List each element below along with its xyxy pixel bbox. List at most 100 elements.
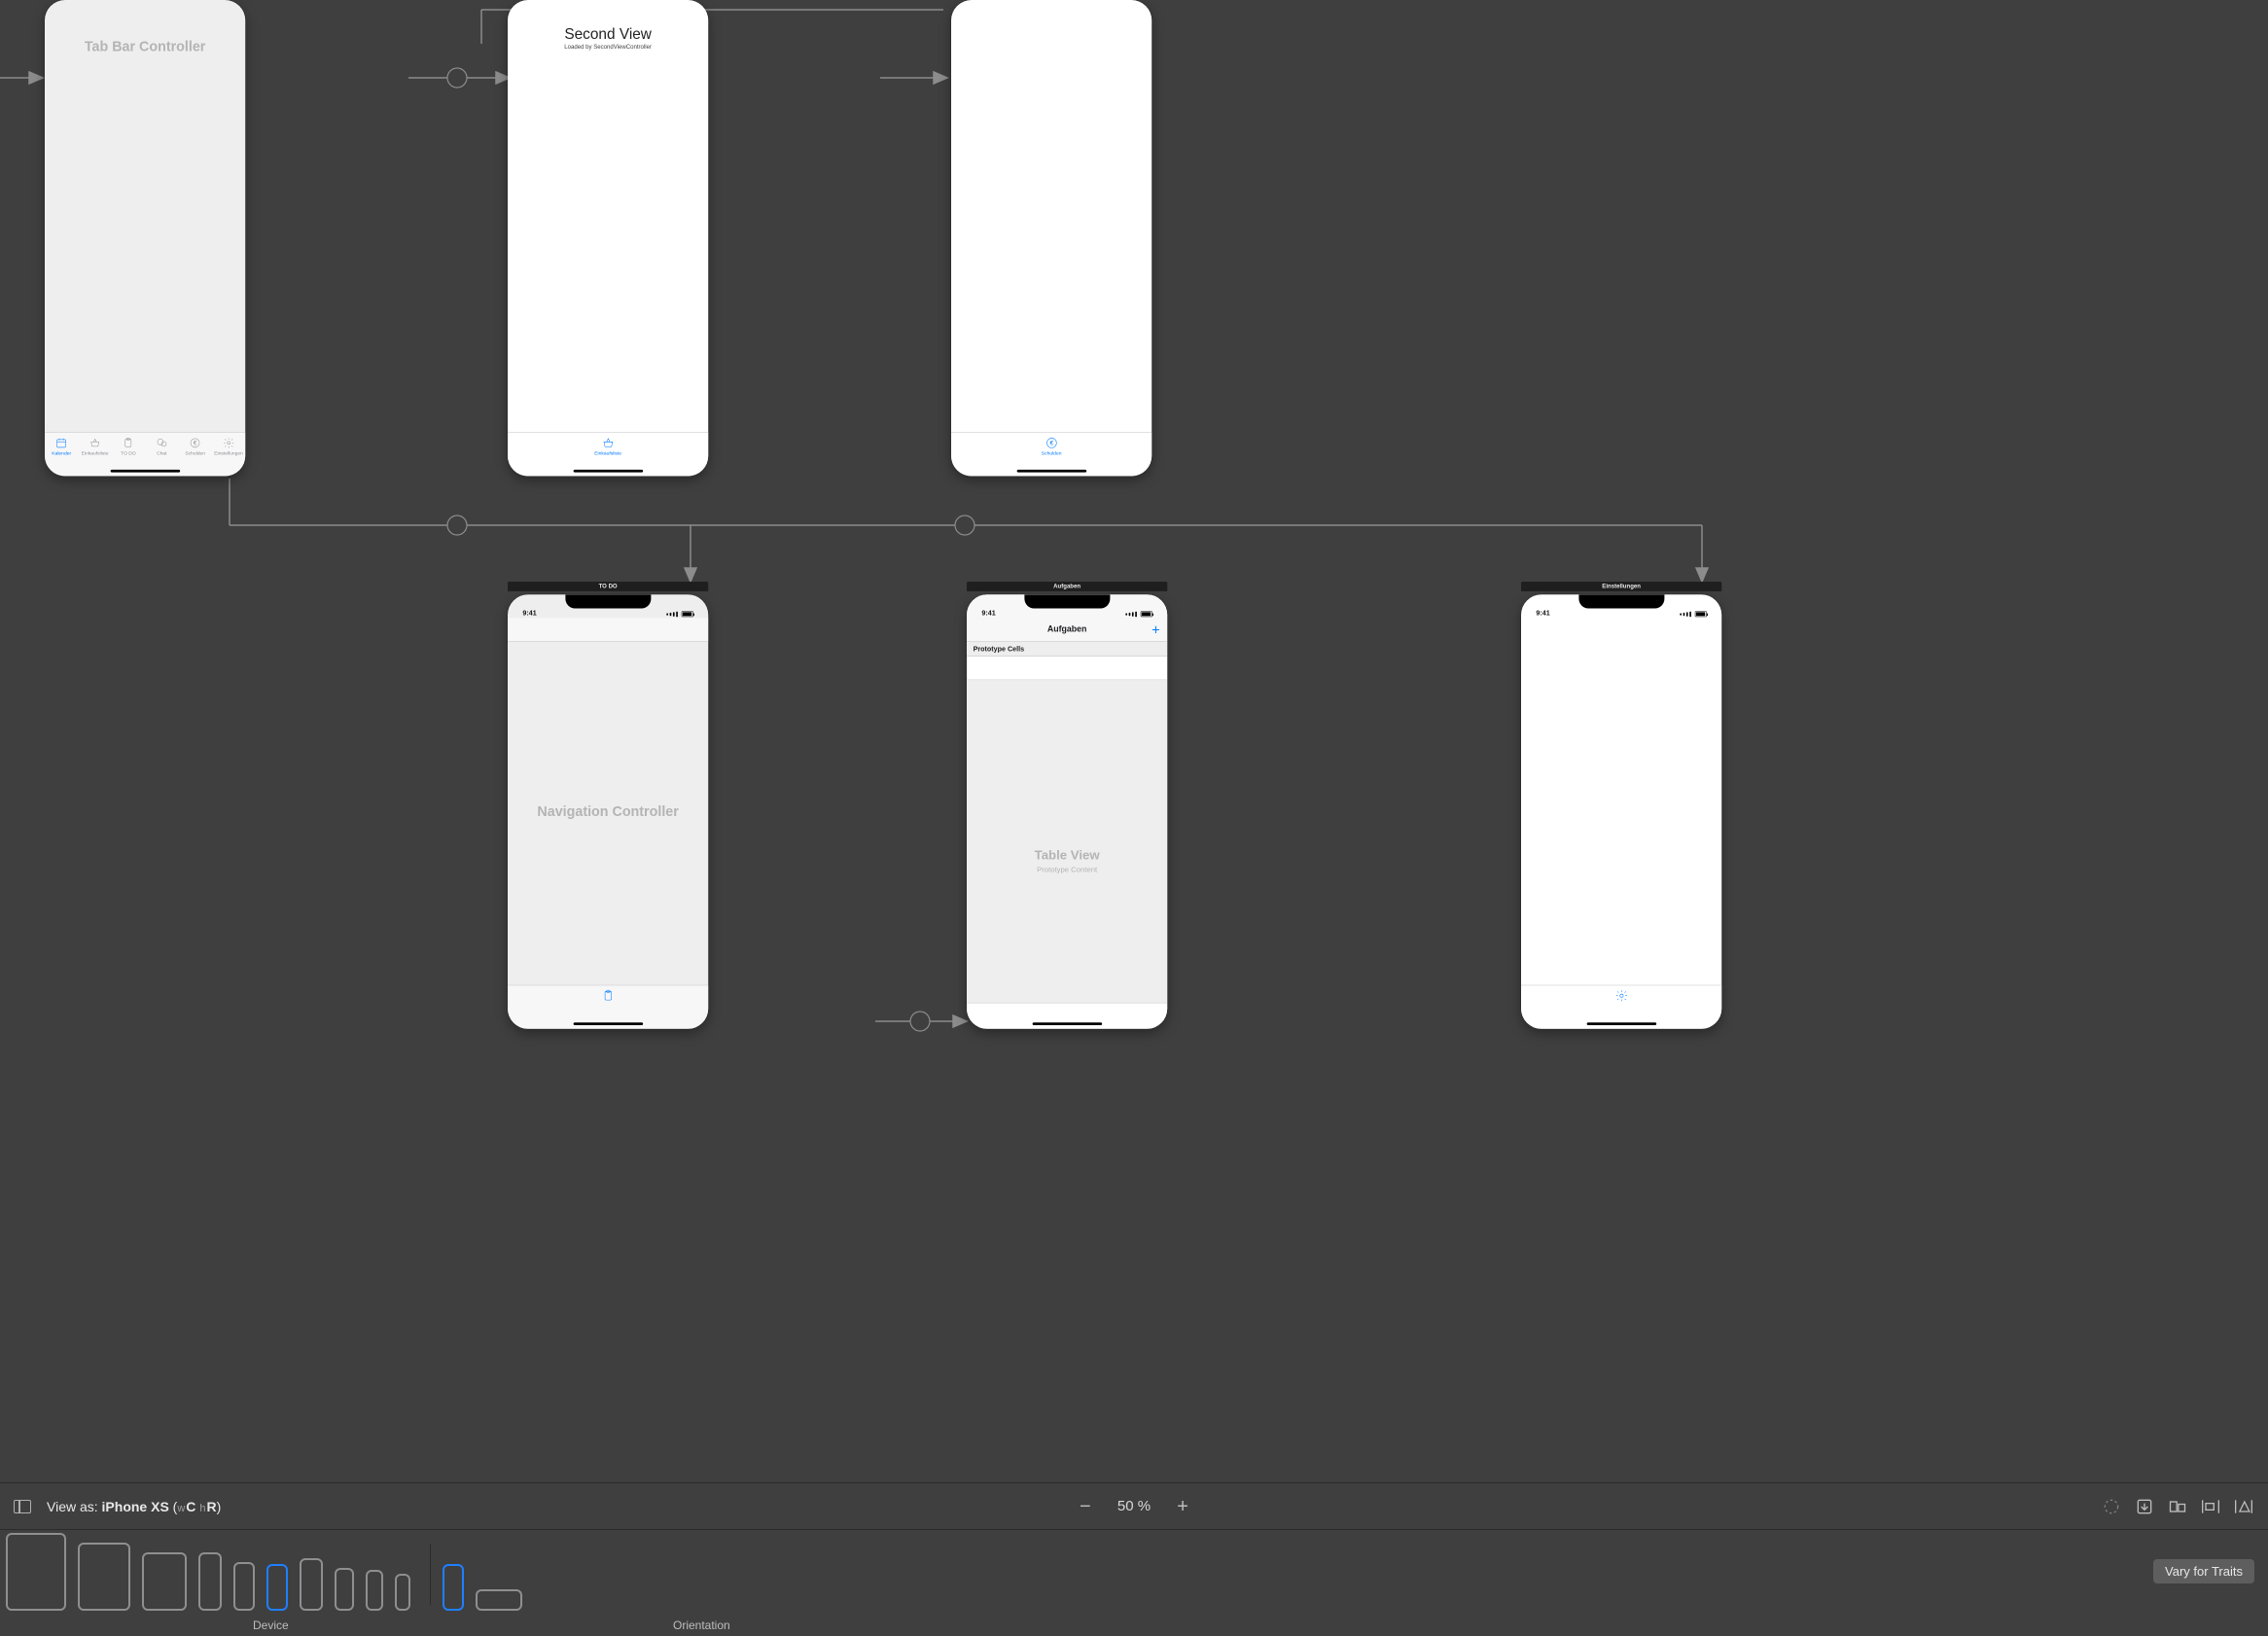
trait-w: C: [186, 1499, 195, 1514]
scene-title[interactable]: Aufgaben: [967, 582, 1167, 591]
notch: [1578, 594, 1664, 608]
phone-second[interactable]: Second View Loaded by SecondViewControll…: [508, 0, 708, 477]
tab-label: Schulden: [1042, 450, 1062, 456]
tab-schulden[interactable]: € Schulden: [179, 433, 212, 477]
scene-aufgaben[interactable]: Aufgaben 9:41 Aufgaben + Prototype Cells…: [967, 582, 1167, 1029]
phone-nav[interactable]: 9:41 Navigation Controller: [508, 594, 708, 1029]
view-as-prefix: View as:: [47, 1499, 102, 1514]
scene-title[interactable]: Einstellungen: [1521, 582, 1721, 591]
scene-title[interactable]: TO DO: [508, 582, 708, 591]
table-view-caption: Table View Prototype Content: [967, 848, 1167, 873]
basket-icon: [601, 437, 615, 448]
tab-label: Kalender: [52, 450, 71, 456]
basket-icon: [88, 437, 101, 448]
device-iphone-4s[interactable]: [395, 1574, 410, 1611]
trait-h: R: [206, 1499, 216, 1514]
home-indicator: [573, 1022, 643, 1025]
group-divider: [430, 1544, 431, 1605]
device-iphone-8[interactable]: [335, 1568, 354, 1611]
trait-w-prefix: w: [177, 1503, 185, 1514]
tab-label: Einkaufsliste: [82, 450, 109, 456]
tab-label: Schulden: [185, 450, 205, 456]
phone-einstellungen[interactable]: 9:41: [1521, 594, 1721, 1029]
zoom-in-button[interactable]: +: [1172, 1497, 1193, 1516]
chat-icon: [155, 437, 168, 448]
vary-for-traits-button[interactable]: Vary for Traits: [2153, 1559, 2254, 1583]
euro-icon: €: [1045, 437, 1058, 448]
nav-title: Aufgaben: [1047, 624, 1087, 634]
orientation-portrait[interactable]: [443, 1564, 464, 1611]
tabbar-title: Tab Bar Controller: [45, 38, 245, 54]
table-view-body[interactable]: Table View Prototype Content: [967, 680, 1167, 1003]
pin-icon[interactable]: [2200, 1496, 2221, 1517]
device-iphone-xs[interactable]: [266, 1564, 288, 1611]
device-name: iPhone XS: [102, 1499, 169, 1514]
tab-einkauf[interactable]: Einkaufsliste: [78, 433, 111, 477]
nav-bar: Aufgaben +: [967, 618, 1167, 641]
orientation-landscape[interactable]: [476, 1589, 522, 1611]
device-ipad-12[interactable]: [6, 1533, 66, 1611]
clipboard-icon: [122, 437, 135, 448]
second-view-content: Second View Loaded by SecondViewControll…: [508, 25, 708, 50]
phone-schulden[interactable]: € Schulden: [951, 0, 1152, 477]
tab-label: TO DO: [121, 450, 136, 456]
zoom-out-button[interactable]: −: [1075, 1497, 1096, 1516]
scene-schulden[interactable]: € Schulden: [951, 0, 1152, 477]
tab-label: Chat: [157, 450, 166, 456]
add-button[interactable]: +: [1152, 618, 1159, 641]
scene-second-view[interactable]: Second View Loaded by SecondViewControll…: [508, 0, 708, 477]
orientation-group-label: Orientation: [673, 1618, 730, 1632]
status-time: 9:41: [522, 609, 536, 617]
device-bar: View as: iPhone XS (wC hR) − 50 % +: [0, 1482, 2268, 1529]
tab-kalender[interactable]: Kalender: [45, 433, 78, 477]
home-indicator: [1032, 1022, 1102, 1025]
table-view-title: Table View: [967, 848, 1167, 863]
device-iphone-max[interactable]: [198, 1552, 222, 1611]
scene-navigation-controller[interactable]: TO DO 9:41 Navigation Controller: [508, 582, 708, 1029]
device-iphone-se[interactable]: [366, 1570, 383, 1611]
notch: [1024, 594, 1110, 608]
second-view-title: Second View: [508, 25, 708, 43]
tab-label: Einstellungen: [214, 450, 243, 456]
placeholder-text: Navigation Controller: [508, 803, 708, 820]
device-iphone-plus[interactable]: [300, 1558, 323, 1611]
home-indicator: [110, 470, 180, 473]
svg-text:€: €: [1049, 441, 1053, 447]
status-time: 9:41: [1536, 609, 1549, 617]
zoom-level: 50 %: [1117, 1498, 1151, 1514]
device-ipad-11[interactable]: [78, 1543, 130, 1611]
prototype-cell[interactable]: [967, 657, 1167, 680]
device-iphone-xr[interactable]: [233, 1562, 255, 1611]
orientation-group: [443, 1564, 530, 1630]
device-group: [6, 1533, 418, 1630]
align-icon[interactable]: [2167, 1496, 2188, 1517]
nav-bar: [508, 618, 708, 641]
device-group-label: Device: [253, 1618, 289, 1632]
calendar-icon: [54, 437, 68, 448]
phone-tabbar[interactable]: Tab Bar Controller Kalender Einkaufslist…: [45, 0, 245, 477]
prototype-cells-header: Prototype Cells: [967, 642, 1167, 657]
panel-toggle-icon[interactable]: [14, 1500, 31, 1513]
resolve-issues-icon[interactable]: [2233, 1496, 2254, 1517]
zoom-control: − 50 % +: [1075, 1497, 1193, 1516]
embed-in-icon[interactable]: [2134, 1496, 2155, 1517]
home-indicator: [573, 470, 643, 473]
svg-text:€: €: [194, 441, 197, 446]
battery-icon: [1141, 611, 1152, 617]
update-frames-icon[interactable]: [2101, 1496, 2122, 1517]
table-view-subtitle: Prototype Content: [967, 865, 1167, 873]
euro-icon: €: [189, 437, 202, 448]
gear-icon: [1614, 990, 1628, 1002]
phone-aufgaben[interactable]: 9:41 Aufgaben + Prototype Cells Table Vi…: [967, 594, 1167, 1029]
storyboard-canvas[interactable]: Tab Bar Controller Kalender Einkaufslist…: [0, 0, 2268, 1471]
device-picker: Device Orientation Vary for Traits: [0, 1529, 2268, 1636]
device-ipad-9[interactable]: [142, 1552, 187, 1611]
scene-tabbar-controller[interactable]: Tab Bar Controller Kalender Einkaufslist…: [45, 0, 245, 477]
gear-icon: [222, 437, 235, 448]
tab-einstellungen[interactable]: Einstellungen: [212, 433, 245, 477]
view-as-label[interactable]: View as: iPhone XS (wC hR): [47, 1499, 221, 1514]
trait-h-prefix: h: [199, 1503, 205, 1514]
placeholder-text: Tab Bar Controller: [45, 38, 245, 54]
battery-icon: [682, 611, 693, 617]
scene-einstellungen[interactable]: Einstellungen 9:41: [1521, 582, 1721, 1029]
